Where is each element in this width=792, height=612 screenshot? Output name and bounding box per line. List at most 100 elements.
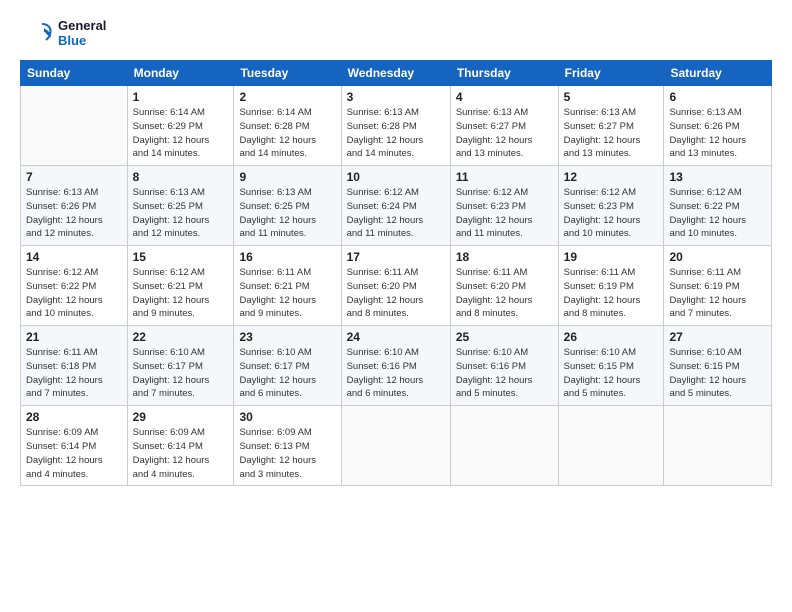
day-number: 24 [347,330,445,344]
weekday-header-tuesday: Tuesday [234,61,341,86]
calendar-cell: 7 Sunrise: 6:13 AMSunset: 6:26 PMDaylight… [21,166,128,246]
calendar-cell: 8 Sunrise: 6:13 AMSunset: 6:25 PMDaylight… [127,166,234,246]
day-number: 25 [456,330,553,344]
weekday-header-row: SundayMondayTuesdayWednesdayThursdayFrid… [21,61,772,86]
weekday-header-sunday: Sunday [21,61,128,86]
day-number: 1 [133,90,229,104]
day-info: Sunrise: 6:11 AMSunset: 6:19 PMDaylight:… [669,266,766,321]
calendar-cell: 23 Sunrise: 6:10 AMSunset: 6:17 PMDayligh… [234,326,341,406]
calendar-cell: 3Sunrise: 6:13 AMSunset: 6:28 PMDaylight… [341,86,450,166]
day-number: 6 [669,90,766,104]
calendar-cell [341,406,450,486]
week-row-4: 21 Sunrise: 6:11 AMSunset: 6:18 PMDayligh… [21,326,772,406]
day-info: Sunrise: 6:11 AMSunset: 6:18 PMDaylight:… [26,346,122,401]
day-info: Sunrise: 6:13 AMSunset: 6:26 PMDaylight:… [26,186,122,241]
day-info: Sunrise: 6:13 AMSunset: 6:25 PMDaylight:… [239,186,335,241]
week-row-3: 14 Sunrise: 6:12 AMSunset: 6:22 PMDayligh… [21,246,772,326]
day-number: 8 [133,170,229,184]
day-info: Sunrise: 6:10 AMSunset: 6:17 PMDaylight:… [133,346,229,401]
calendar-cell: 20 Sunrise: 6:11 AMSunset: 6:19 PMDayligh… [664,246,772,326]
calendar-cell: 6Sunrise: 6:13 AMSunset: 6:26 PMDaylight… [664,86,772,166]
logo: General Blue [20,18,106,50]
day-info: Sunrise: 6:12 AMSunset: 6:22 PMDaylight:… [26,266,122,321]
day-info: Sunrise: 6:13 AMSunset: 6:27 PMDaylight:… [564,106,659,161]
calendar-cell [558,406,664,486]
day-number: 29 [133,410,229,424]
day-number: 20 [669,250,766,264]
calendar: SundayMondayTuesdayWednesdayThursdayFrid… [20,60,772,486]
calendar-cell: 16 Sunrise: 6:11 AMSunset: 6:21 PMDayligh… [234,246,341,326]
calendar-cell: 2 Sunrise: 6:14 AMSunset: 6:28 PMDaylight… [234,86,341,166]
day-number: 26 [564,330,659,344]
day-info: Sunrise: 6:13 AMSunset: 6:25 PMDaylight:… [133,186,229,241]
week-row-2: 7 Sunrise: 6:13 AMSunset: 6:26 PMDaylight… [21,166,772,246]
calendar-cell: 1Sunrise: 6:14 AMSunset: 6:29 PMDaylight… [127,86,234,166]
calendar-cell: 11 Sunrise: 6:12 AMSunset: 6:23 PMDayligh… [450,166,558,246]
calendar-cell: 17 Sunrise: 6:11 AMSunset: 6:20 PMDayligh… [341,246,450,326]
day-info: Sunrise: 6:12 AMSunset: 6:22 PMDaylight:… [669,186,766,241]
day-number: 5 [564,90,659,104]
week-row-1: 1Sunrise: 6:14 AMSunset: 6:29 PMDaylight… [21,86,772,166]
day-info: Sunrise: 6:13 AMSunset: 6:28 PMDaylight:… [347,106,445,161]
day-info: Sunrise: 6:12 AMSunset: 6:21 PMDaylight:… [133,266,229,321]
calendar-cell: 28Sunrise: 6:09 AMSunset: 6:14 PMDayligh… [21,406,128,486]
day-info: Sunrise: 6:12 AMSunset: 6:23 PMDaylight:… [564,186,659,241]
page: General Blue SundayMondayTuesdayWednesda… [0,0,792,612]
calendar-cell [21,86,128,166]
day-number: 21 [26,330,122,344]
calendar-cell: 26Sunrise: 6:10 AMSunset: 6:15 PMDayligh… [558,326,664,406]
calendar-cell: 5 Sunrise: 6:13 AMSunset: 6:27 PMDaylight… [558,86,664,166]
calendar-cell: 19 Sunrise: 6:11 AMSunset: 6:19 PMDayligh… [558,246,664,326]
weekday-header-saturday: Saturday [664,61,772,86]
day-number: 22 [133,330,229,344]
calendar-cell: 29 Sunrise: 6:09 AMSunset: 6:14 PMDayligh… [127,406,234,486]
day-number: 9 [239,170,335,184]
calendar-cell: 15 Sunrise: 6:12 AMSunset: 6:21 PMDayligh… [127,246,234,326]
day-number: 7 [26,170,122,184]
calendar-cell: 30Sunrise: 6:09 AMSunset: 6:13 PMDayligh… [234,406,341,486]
day-info: Sunrise: 6:13 AMSunset: 6:27 PMDaylight:… [456,106,553,161]
day-info: Sunrise: 6:11 AMSunset: 6:21 PMDaylight:… [239,266,335,321]
day-info: Sunrise: 6:11 AMSunset: 6:20 PMDaylight:… [347,266,445,321]
calendar-cell [664,406,772,486]
calendar-cell: 10Sunrise: 6:12 AMSunset: 6:24 PMDayligh… [341,166,450,246]
day-info: Sunrise: 6:11 AMSunset: 6:20 PMDaylight:… [456,266,553,321]
day-number: 30 [239,410,335,424]
weekday-header-monday: Monday [127,61,234,86]
calendar-cell: 18 Sunrise: 6:11 AMSunset: 6:20 PMDayligh… [450,246,558,326]
day-number: 2 [239,90,335,104]
day-number: 14 [26,250,122,264]
logo-svg [20,18,52,50]
calendar-cell: 13Sunrise: 6:12 AMSunset: 6:22 PMDayligh… [664,166,772,246]
day-info: Sunrise: 6:11 AMSunset: 6:19 PMDaylight:… [564,266,659,321]
logo-blue: Blue [58,34,106,49]
weekday-header-wednesday: Wednesday [341,61,450,86]
day-info: Sunrise: 6:10 AMSunset: 6:17 PMDaylight:… [239,346,335,401]
day-info: Sunrise: 6:12 AMSunset: 6:23 PMDaylight:… [456,186,553,241]
calendar-cell: 14 Sunrise: 6:12 AMSunset: 6:22 PMDayligh… [21,246,128,326]
calendar-cell: 24Sunrise: 6:10 AMSunset: 6:16 PMDayligh… [341,326,450,406]
calendar-cell [450,406,558,486]
day-number: 17 [347,250,445,264]
calendar-cell: 25 Sunrise: 6:10 AMSunset: 6:16 PMDayligh… [450,326,558,406]
day-number: 12 [564,170,659,184]
calendar-cell: 4Sunrise: 6:13 AMSunset: 6:27 PMDaylight… [450,86,558,166]
day-number: 19 [564,250,659,264]
weekday-header-thursday: Thursday [450,61,558,86]
day-number: 23 [239,330,335,344]
week-row-5: 28Sunrise: 6:09 AMSunset: 6:14 PMDayligh… [21,406,772,486]
logo-general: General [58,19,106,34]
day-number: 15 [133,250,229,264]
calendar-cell: 22 Sunrise: 6:10 AMSunset: 6:17 PMDayligh… [127,326,234,406]
calendar-cell: 21 Sunrise: 6:11 AMSunset: 6:18 PMDayligh… [21,326,128,406]
day-info: Sunrise: 6:14 AMSunset: 6:28 PMDaylight:… [239,106,335,161]
day-info: Sunrise: 6:10 AMSunset: 6:15 PMDaylight:… [669,346,766,401]
day-number: 16 [239,250,335,264]
header: General Blue [20,18,772,50]
day-number: 10 [347,170,445,184]
day-number: 11 [456,170,553,184]
day-info: Sunrise: 6:09 AMSunset: 6:14 PMDaylight:… [133,426,229,481]
day-number: 18 [456,250,553,264]
day-info: Sunrise: 6:10 AMSunset: 6:16 PMDaylight:… [456,346,553,401]
day-number: 27 [669,330,766,344]
